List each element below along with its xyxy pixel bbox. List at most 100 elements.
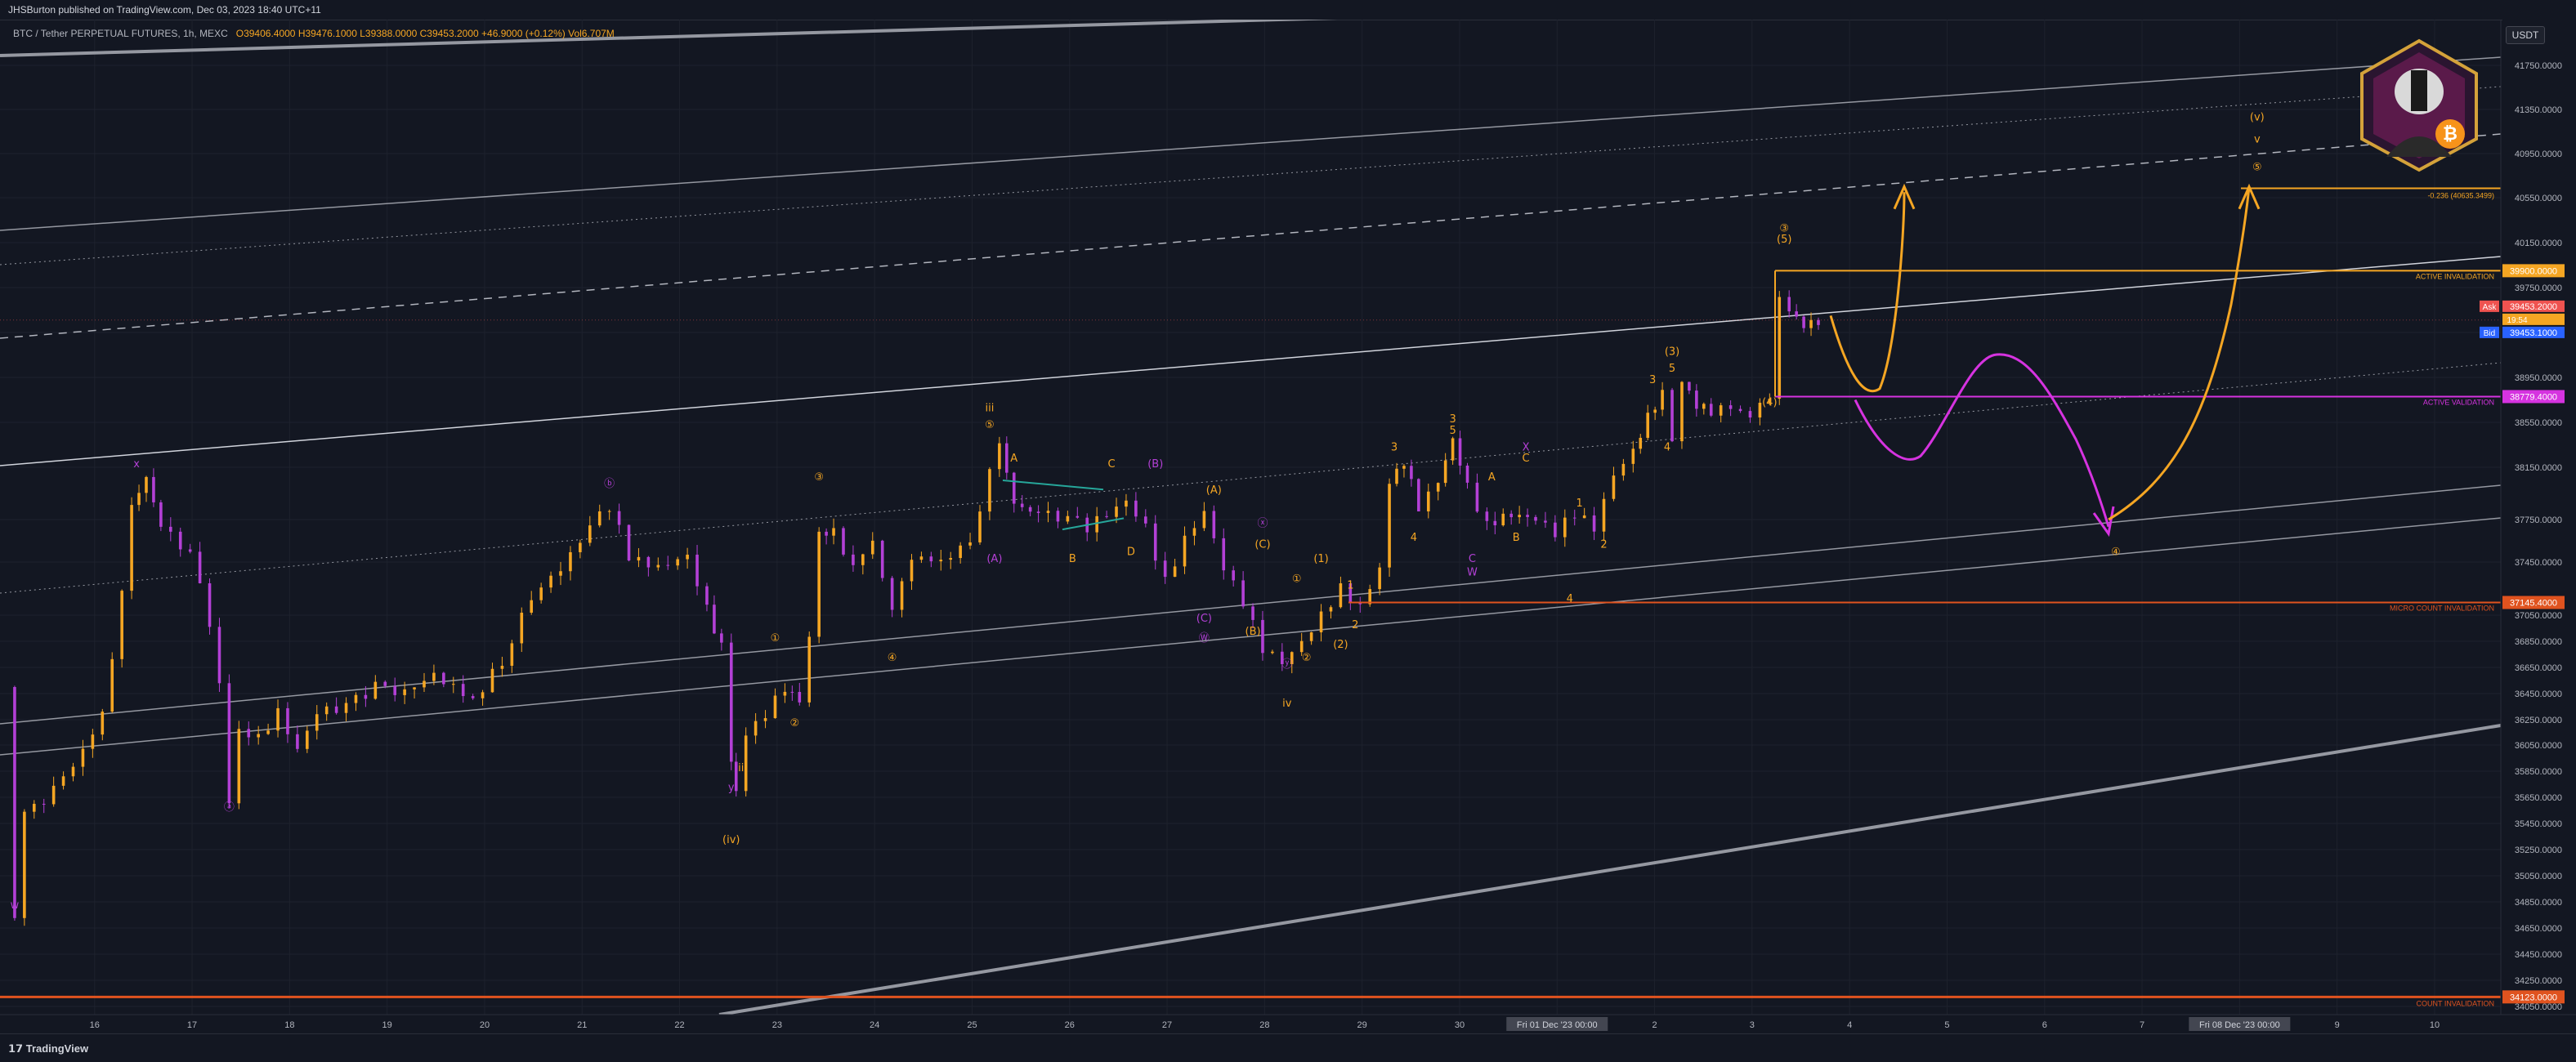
currency-button[interactable]: USDT: [2506, 26, 2545, 44]
candle-body: [1125, 500, 1128, 507]
x-tick-label: 29: [1357, 1020, 1367, 1030]
candle-body: [1680, 382, 1684, 442]
y-tick-label: 35650.0000: [2515, 793, 2562, 803]
candle-body: [101, 712, 105, 735]
y-tick-label: 41750.0000: [2515, 61, 2562, 71]
candle-body: [1670, 390, 1674, 442]
footer-bar: 𝟭𝟳 TradingView: [0, 1033, 2576, 1062]
candle-body: [1572, 517, 1576, 519]
wave-label: ③: [814, 471, 824, 484]
candle-body: [451, 684, 455, 685]
candle-body: [637, 556, 641, 561]
y-tick-label: 38550.0000: [2515, 418, 2562, 428]
candle-body: [257, 734, 260, 738]
y-tick-label: 36250.0000: [2515, 716, 2562, 725]
candle-body: [520, 613, 524, 644]
candle-body: [1134, 500, 1138, 517]
candle-body: [1173, 566, 1177, 578]
wave-label: A: [1010, 453, 1017, 465]
x-tick-label: 19: [382, 1020, 392, 1030]
candle-body: [559, 571, 562, 576]
candle-body: [939, 560, 943, 562]
candle-body: [1299, 640, 1304, 653]
candle-body: [978, 511, 982, 542]
candle-body: [713, 605, 716, 634]
y-tick-label: 36050.0000: [2515, 741, 2562, 751]
tradingview-logo[interactable]: 𝟭𝟳 TradingView: [8, 1042, 88, 1055]
candle-body: [798, 691, 802, 703]
candle-body: [169, 526, 172, 532]
candle-body: [432, 672, 436, 681]
candle-body: [705, 586, 709, 605]
x-tick-label: 5: [1944, 1020, 1949, 1030]
candle-body: [1612, 475, 1616, 499]
x-tick-label: 16: [90, 1020, 100, 1030]
wave-label: 4: [1664, 441, 1670, 453]
y-tick-label: 40550.0000: [2515, 194, 2562, 203]
price-tag-text-micro_count_invalidation: 37145.4000: [2510, 598, 2557, 608]
candle-body: [500, 665, 504, 669]
author-avatar: ₿: [2360, 38, 2478, 172]
candle-body: [1251, 606, 1254, 620]
candle-body: [1426, 491, 1430, 512]
symbol-legend: BTC / Tether PERPETUAL FUTURES, 1h, MEXC…: [13, 28, 615, 39]
candle-body: [1339, 583, 1343, 608]
candle-body: [1458, 438, 1462, 466]
candle-body: [91, 734, 95, 749]
candle-body: [1402, 466, 1406, 469]
candle-body: [471, 696, 475, 698]
wave-label: ⓧ: [1257, 518, 1268, 530]
wave-label: Ⓦ: [1199, 632, 1210, 645]
wave-label: (3): [1665, 346, 1679, 359]
candle-body: [81, 748, 85, 767]
candle-body: [266, 730, 270, 734]
candle-body: [998, 443, 1001, 470]
candle-body: [1410, 466, 1413, 480]
x-tick-label: 9: [2335, 1020, 2340, 1030]
wave-label: ⓨ: [1281, 658, 1292, 671]
x-tick-label: 27: [1162, 1020, 1172, 1030]
candle-body: [1144, 516, 1147, 524]
wave-label: y: [728, 782, 735, 794]
candle-body: [817, 531, 821, 637]
wave-label: ②: [790, 717, 800, 730]
wave-label: X: [1523, 441, 1530, 453]
candle-body: [627, 524, 631, 561]
candle-body: [247, 729, 251, 738]
x-tick-label: 10: [2430, 1020, 2440, 1030]
channel-line: [718, 724, 2502, 1016]
wave-label: ⑤: [2252, 161, 2262, 173]
candle-body: [1005, 443, 1008, 473]
wave-label: ①: [771, 632, 780, 645]
triangle-line: [1002, 480, 1104, 491]
wave-label: (B): [1246, 626, 1261, 638]
candle-body: [510, 643, 514, 666]
y-tick-label: 36850.0000: [2515, 637, 2562, 647]
candle-body: [110, 658, 114, 712]
candle-body: [1095, 515, 1098, 533]
candle-body: [569, 551, 572, 572]
y-tick-label: 34650.0000: [2515, 924, 2562, 934]
y-tick-label: 37450.0000: [2515, 558, 2562, 568]
candle-body: [1653, 409, 1657, 413]
candle-body: [393, 685, 396, 695]
candle-body: [1105, 515, 1108, 517]
candle-body: [1192, 528, 1196, 536]
wave-label: (4): [1762, 396, 1777, 408]
y-tick-label: 35850.0000: [2515, 767, 2562, 777]
candle-body: [1309, 632, 1313, 641]
candle-body: [870, 540, 874, 555]
candle-body: [159, 502, 163, 527]
candle-body: [1809, 319, 1813, 328]
candle-body: [1183, 535, 1187, 567]
candle-body: [1329, 607, 1333, 612]
price-chart[interactable]: ACTIVE INVALIDATION 39900.0000 ACTIVE VALI…: [0, 20, 2576, 1033]
candle-body: [461, 684, 465, 697]
candle-body: [959, 545, 962, 559]
candle-body: [1485, 511, 1489, 521]
wave-label: ii: [738, 762, 744, 774]
wave-label: ③: [1779, 222, 1789, 234]
candle-body: [539, 587, 543, 600]
candle-body: [720, 633, 723, 643]
candle-body: [1631, 448, 1635, 464]
